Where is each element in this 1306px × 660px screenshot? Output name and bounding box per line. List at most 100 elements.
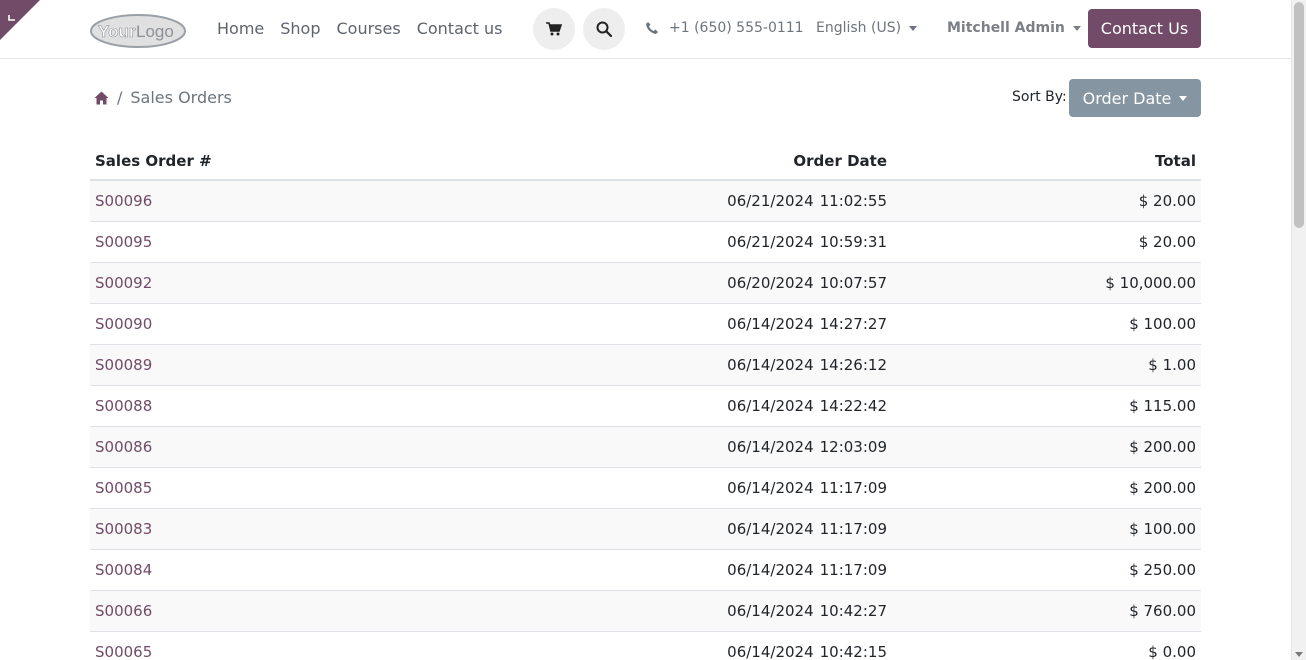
table-row[interactable]: S00085 06/14/2024 11:17:09 $ 200.00 [90, 467, 1201, 509]
order-time: 10:42:15 [819, 642, 887, 660]
edit-corner-icon[interactable] [0, 0, 40, 40]
page-scrollbar[interactable] [1291, 0, 1306, 660]
svg-text:Your: Your [98, 22, 136, 41]
order-link[interactable]: S00066 [95, 602, 152, 620]
sort-selected: Order Date [1082, 88, 1172, 108]
order-date: 06/20/2024 [727, 273, 814, 292]
order-date: 06/14/2024 [727, 437, 814, 456]
cart-button[interactable] [533, 8, 575, 50]
total-cell: $ 0.00 [892, 631, 1201, 660]
search-icon [596, 21, 612, 37]
order-date: 06/14/2024 [727, 560, 814, 579]
home-link[interactable] [94, 91, 109, 105]
table-row[interactable]: S00092 06/20/2024 10:07:57 $ 10,000.00 [90, 262, 1201, 304]
order-cell: S00092 [90, 262, 510, 304]
table-row[interactable]: S00088 06/14/2024 14:22:42 $ 115.00 [90, 385, 1201, 427]
table-row[interactable]: S00083 06/14/2024 11:17:09 $ 100.00 [90, 508, 1201, 550]
order-cell: S00086 [90, 426, 510, 468]
order-link[interactable]: S00089 [95, 356, 152, 374]
column-header-date[interactable]: Order Date [510, 142, 892, 181]
order-time: 11:17:09 [819, 478, 887, 497]
table-row[interactable]: S00089 06/14/2024 14:26:12 $ 1.00 [90, 344, 1201, 386]
date-cell: 06/14/2024 14:26:12 [510, 344, 892, 386]
total-cell: $ 760.00 [892, 590, 1201, 632]
order-link[interactable]: S00083 [95, 520, 152, 538]
order-date: 06/14/2024 [727, 478, 814, 497]
total-cell: $ 200.00 [892, 467, 1201, 509]
sort-dropdown[interactable]: Order Date [1069, 79, 1201, 117]
order-time: 14:27:27 [819, 314, 887, 333]
language-selector[interactable]: English (US) [816, 20, 918, 36]
total-cell: $ 10,000.00 [892, 262, 1201, 304]
phone-contact[interactable]: +1 (650) 555-0111 [645, 20, 804, 36]
order-link[interactable]: S00065 [95, 643, 152, 660]
nav-shop[interactable]: Shop [280, 18, 320, 40]
language-label: English (US) [816, 20, 902, 36]
main-nav: Home Shop Courses Contact us [217, 18, 503, 40]
date-cell: 06/14/2024 11:17:09 [510, 508, 892, 550]
order-cell: S00096 [90, 180, 510, 222]
date-cell: 06/20/2024 10:07:57 [510, 262, 892, 304]
date-cell: 06/14/2024 10:42:27 [510, 590, 892, 632]
svg-text:Logo: Logo [136, 22, 174, 41]
order-link[interactable]: S00092 [95, 274, 152, 292]
order-time: 10:59:31 [819, 232, 887, 251]
order-link[interactable]: S00095 [95, 233, 152, 251]
breadcrumb: / Sales Orders [94, 88, 232, 107]
site-header: Your Logo Home Shop Courses Contact us +… [0, 0, 1291, 59]
table-row[interactable]: S00066 06/14/2024 10:42:27 $ 760.00 [90, 590, 1201, 632]
order-time: 11:17:09 [819, 519, 887, 538]
date-cell: 06/21/2024 11:02:55 [510, 180, 892, 222]
order-date: 06/14/2024 [727, 396, 814, 415]
chevron-down-icon [1072, 25, 1081, 31]
order-link[interactable]: S00088 [95, 397, 152, 415]
total-cell: $ 1.00 [892, 344, 1201, 386]
user-name: Mitchell Admin [947, 20, 1065, 36]
search-button[interactable] [583, 8, 625, 50]
order-link[interactable]: S00085 [95, 479, 152, 497]
sales-orders-table: Sales Order # Order Date Total S00096 06/… [90, 142, 1201, 660]
order-link[interactable]: S00086 [95, 438, 152, 456]
order-cell: S00065 [90, 631, 510, 660]
nav-home[interactable]: Home [217, 18, 264, 40]
table-row[interactable]: S00095 06/21/2024 10:59:31 $ 20.00 [90, 221, 1201, 263]
chevron-down-icon [1179, 95, 1188, 101]
order-time: 12:03:09 [819, 437, 887, 456]
chevron-down-icon [909, 25, 918, 31]
user-menu[interactable]: Mitchell Admin [947, 20, 1081, 36]
order-time: 10:07:57 [819, 273, 887, 292]
table-row[interactable]: S00086 06/14/2024 12:03:09 $ 200.00 [90, 426, 1201, 468]
table-row[interactable]: S00096 06/21/2024 11:02:55 $ 20.00 [90, 180, 1201, 222]
table-header-row: Sales Order # Order Date Total [90, 142, 1201, 181]
order-time: 11:02:55 [819, 191, 887, 210]
table-row[interactable]: S00090 06/14/2024 14:27:27 $ 100.00 [90, 303, 1201, 345]
sort-label: Sort By: [1012, 89, 1067, 105]
column-header-total[interactable]: Total [892, 142, 1201, 181]
order-time: 14:26:12 [819, 355, 887, 374]
nav-courses[interactable]: Courses [337, 18, 401, 40]
cart-icon [546, 22, 562, 36]
scroll-down-icon[interactable] [1295, 652, 1303, 657]
order-cell: S00083 [90, 508, 510, 550]
order-date: 06/14/2024 [727, 601, 814, 620]
date-cell: 06/14/2024 11:17:09 [510, 549, 892, 591]
total-cell: $ 20.00 [892, 221, 1201, 263]
order-link[interactable]: S00084 [95, 561, 152, 579]
nav-contact-us[interactable]: Contact us [417, 18, 503, 40]
scrollbar-thumb[interactable] [1294, 2, 1304, 228]
order-cell: S00089 [90, 344, 510, 386]
order-date: 06/14/2024 [727, 519, 814, 538]
order-cell: S00085 [90, 467, 510, 509]
order-link[interactable]: S00090 [95, 315, 152, 333]
column-header-order[interactable]: Sales Order # [90, 142, 510, 181]
total-cell: $ 100.00 [892, 303, 1201, 345]
table-row[interactable]: S00065 06/14/2024 10:42:15 $ 0.00 [90, 631, 1201, 660]
contact-us-button[interactable]: Contact Us [1088, 9, 1201, 48]
total-cell: $ 100.00 [892, 508, 1201, 550]
total-cell: $ 250.00 [892, 549, 1201, 591]
logo[interactable]: Your Logo [90, 12, 186, 50]
order-link[interactable]: S00096 [95, 192, 152, 210]
table-row[interactable]: S00084 06/14/2024 11:17:09 $ 250.00 [90, 549, 1201, 591]
phone-icon [646, 22, 658, 34]
order-cell: S00095 [90, 221, 510, 263]
